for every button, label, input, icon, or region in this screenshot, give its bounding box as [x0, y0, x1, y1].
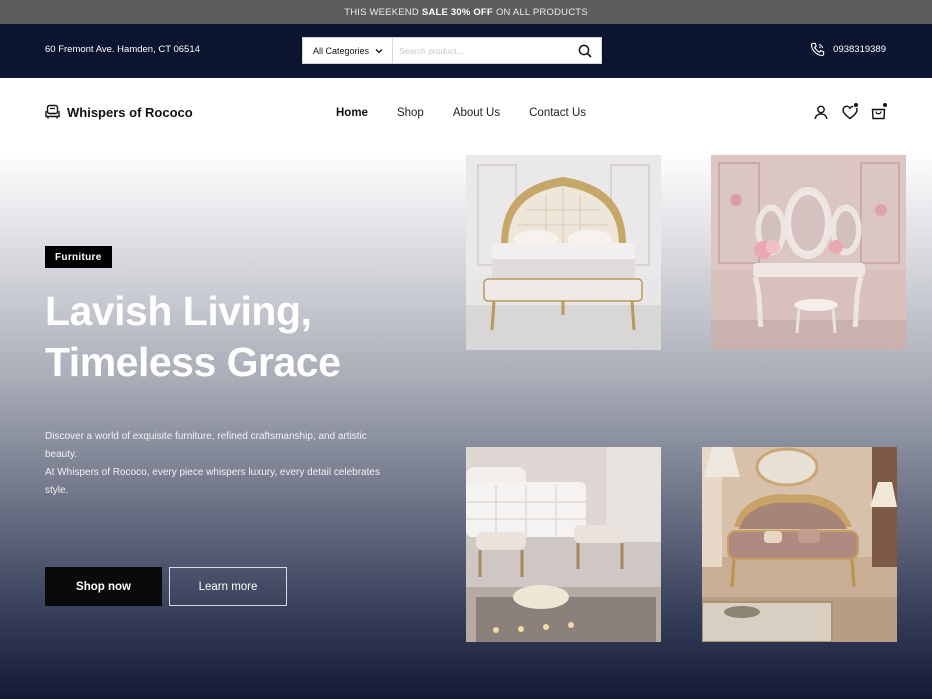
nav-actions — [812, 102, 888, 121]
category-tag: Furniture — [45, 246, 112, 268]
shop-now-button[interactable]: Shop now — [45, 567, 162, 606]
announcement-suffix: ON ALL PRODUCTS — [495, 6, 588, 18]
bench-illustration — [466, 447, 661, 642]
cart-badge — [882, 102, 888, 108]
chevron-down-icon — [375, 48, 383, 53]
desc-line-2: beauty. — [45, 449, 78, 460]
nav-item-shop[interactable]: Shop — [397, 107, 424, 119]
headline-line-1: Lavish Living, — [45, 288, 312, 334]
nav-menu: Home Shop About Us Contact Us — [336, 107, 586, 119]
rococo-sofa-image[interactable] — [702, 447, 897, 642]
brand-name: Whispers of Rococo — [67, 104, 193, 120]
sofa-logo-icon — [45, 104, 60, 119]
wishlist-badge — [853, 102, 859, 108]
search-icon — [578, 44, 592, 58]
account-button[interactable] — [812, 104, 829, 121]
hero-headline: Lavish Living, Timeless Grace — [45, 286, 445, 388]
cart-button[interactable] — [870, 102, 888, 121]
announcement-bar: THIS WEEKEND SALE 30% OFF ON ALL PRODUCT… — [0, 0, 932, 24]
announcement-highlight: SALE 30% OFF — [421, 6, 493, 18]
user-icon — [814, 105, 827, 120]
vanity-illustration — [711, 155, 906, 350]
headline-line-2: Timeless Grace — [45, 339, 341, 385]
bed-illustration — [466, 155, 661, 350]
bedroom-bench-image[interactable] — [466, 447, 661, 642]
phone-icon — [811, 42, 825, 57]
learn-more-button[interactable]: Learn more — [169, 567, 287, 606]
top-bar: 60 Fremont Ave. Hamden, CT 06514 All Cat… — [0, 24, 932, 78]
phone-number: 0938319389 — [833, 44, 886, 55]
phone-contact[interactable]: 0938319389 — [810, 42, 886, 57]
sofa-illustration — [702, 447, 897, 642]
wishlist-button[interactable] — [841, 102, 859, 121]
store-address: 60 Fremont Ave. Hamden, CT 06514 — [45, 44, 200, 55]
search-button[interactable] — [569, 38, 601, 63]
hero-description: Discover a world of exquisite furniture,… — [45, 428, 415, 500]
brand-logo[interactable]: Whispers of Rococo — [45, 104, 193, 120]
search-bar: All Categories — [302, 37, 602, 64]
desc-line-4: style. — [45, 485, 69, 496]
nav-item-home[interactable]: Home — [336, 107, 368, 119]
category-select[interactable]: All Categories — [303, 38, 393, 63]
desc-line-3: At Whispers of Rococo, every piece whisp… — [45, 467, 380, 478]
nav-item-contact-us[interactable]: Contact Us — [529, 107, 586, 119]
desc-line-1: Discover a world of exquisite furniture,… — [45, 431, 367, 442]
rococo-bed-image[interactable] — [466, 155, 661, 350]
category-select-value: All Categories — [313, 45, 370, 56]
vanity-table-image[interactable] — [711, 155, 906, 350]
nav-item-about-us[interactable]: About Us — [453, 107, 500, 119]
announcement-prefix: THIS WEEKEND — [344, 6, 419, 18]
search-input[interactable] — [393, 45, 569, 56]
main-nav: Whispers of Rococo Home Shop About Us Co… — [0, 78, 932, 150]
